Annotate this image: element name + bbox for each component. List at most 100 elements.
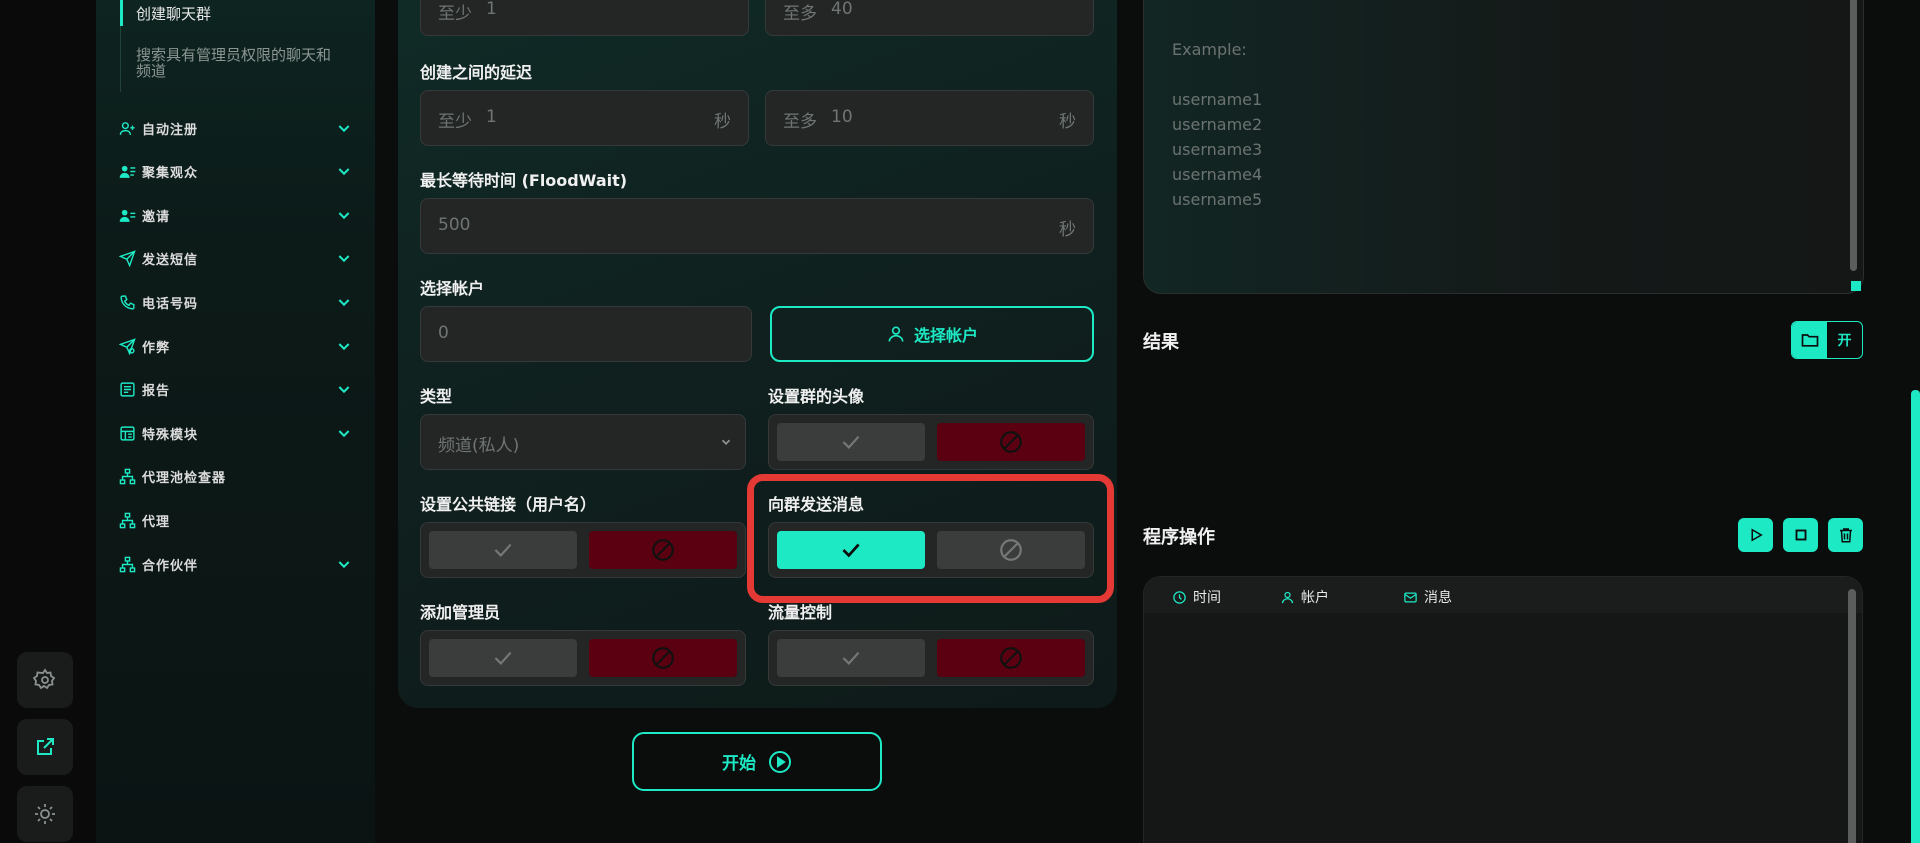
sidebar-item-special-modules[interactable]: 特殊模块: [118, 418, 352, 448]
report-icon: [119, 381, 135, 397]
sidebar-item-proxy-pool-checker[interactable]: 代理池检查器: [118, 461, 352, 491]
log-col-label: 帐户: [1301, 590, 1329, 606]
sidebar-item-invite[interactable]: 邀请: [118, 200, 352, 230]
user-plus-icon: [119, 121, 135, 135]
delay-min-field[interactable]: 至少 1 秒: [420, 90, 749, 146]
app-root: 创建聊天群 搜索具有管理员权限的聊天和频道 自动注册 聚集观众 邀请 发送短信 …: [0, 0, 1920, 843]
open-folder-button[interactable]: [1792, 322, 1827, 358]
field-prefix: 至少: [438, 4, 472, 24]
sidebar: 创建聊天群 搜索具有管理员权限的聊天和频道 自动注册 聚集观众 邀请 发送短信 …: [96, 0, 375, 843]
module-icon: [119, 425, 135, 441]
sidebar-item-report[interactable]: 报告: [118, 374, 352, 404]
add-admin-toggle: [420, 630, 746, 686]
type-select[interactable]: 频道(私人): [420, 414, 746, 470]
field-suffix: 秒: [1059, 112, 1076, 132]
theme-icon: [35, 804, 55, 824]
check-icon: [494, 543, 512, 557]
chevron-down-icon: [338, 386, 350, 394]
user-icon: [888, 326, 904, 342]
add-admin-no-button[interactable]: [589, 639, 737, 677]
submenu-rail: [120, 26, 121, 92]
clock-icon: [1173, 590, 1186, 604]
chevron-down-icon: [721, 439, 731, 445]
start-label: 开始: [722, 754, 756, 774]
sidebar-item-auto-register[interactable]: 自动注册: [118, 113, 352, 143]
active-indicator: [120, 0, 123, 26]
field-suffix: 秒: [1059, 220, 1076, 240]
public-link-no-button[interactable]: [589, 531, 737, 569]
page-scrollbar[interactable]: [1911, 390, 1920, 843]
sidebar-subitem-search-admin-chats[interactable]: 搜索具有管理员权限的聊天和频道: [136, 47, 336, 79]
sidebar-item-cheat[interactable]: 作弊: [118, 331, 352, 361]
placeholder-line: username4: [1172, 165, 1263, 184]
sidebar-item-label: 代理池检查器: [142, 470, 227, 486]
avatar-no-button[interactable]: [937, 423, 1085, 461]
external-link-button[interactable]: [17, 719, 73, 775]
select-accounts-label: 选择帐户: [913, 326, 978, 345]
settings-button[interactable]: [17, 652, 73, 708]
phone-icon: [119, 294, 135, 310]
count-min-field[interactable]: 至少 1: [420, 0, 749, 36]
field-prefix: 至少: [438, 112, 472, 132]
sidebar-item-label: 聚集观众: [142, 165, 199, 181]
play-button[interactable]: [1738, 518, 1773, 552]
chevron-down-icon: [338, 561, 350, 569]
log-scrollbar[interactable]: [1848, 589, 1856, 843]
start-button[interactable]: 开始: [632, 732, 882, 791]
field-value: 10: [831, 107, 853, 127]
avatar-yes-button[interactable]: [777, 423, 925, 461]
add-admin-label: 添加管理员: [420, 603, 501, 622]
accounts-count-field[interactable]: 0: [420, 306, 752, 362]
field-value: 500: [438, 215, 471, 235]
sidebar-subitem-create-group[interactable]: 创建聊天群: [136, 3, 211, 24]
chevron-down-icon: [338, 430, 350, 438]
sidebar-item-partners[interactable]: 合作伙伴: [118, 549, 352, 579]
field-value: 0: [438, 323, 449, 343]
flow-control-yes-button[interactable]: [777, 639, 925, 677]
sidebar-item-label: 发送短信: [142, 252, 199, 268]
log-col-label: 时间: [1193, 590, 1221, 606]
flow-control-toggle: [768, 630, 1094, 686]
delay-max-field[interactable]: 至多 10 秒: [765, 90, 1094, 146]
chevron-down-icon: [338, 125, 350, 133]
public-link-toggle: [420, 522, 746, 578]
network-icon: [119, 556, 135, 572]
select-accounts-button[interactable]: 选择帐户: [770, 306, 1094, 362]
sidebar-item-label: 电话号码: [142, 296, 199, 312]
theme-toggle-button[interactable]: [17, 786, 73, 842]
ban-icon: [1000, 431, 1022, 453]
chevron-down-icon: [338, 255, 350, 263]
field-suffix: 秒: [714, 112, 731, 132]
sidebar-item-label: 作弊: [142, 340, 171, 356]
log-col-message: 消息: [1403, 587, 1452, 607]
send-gear-icon: [118, 337, 136, 355]
field-prefix: 至多: [783, 4, 817, 24]
stop-button[interactable]: [1783, 518, 1818, 552]
count-max-field[interactable]: 至多 40: [765, 0, 1094, 36]
highlight-box: [747, 474, 1114, 603]
floodwait-field[interactable]: 500 秒: [420, 198, 1094, 254]
sidebar-item-proxy[interactable]: 代理: [118, 505, 352, 535]
users-list-icon: [119, 165, 135, 178]
sidebar-item-label: 合作伙伴: [142, 558, 199, 574]
textarea-resize-handle[interactable]: [1851, 281, 1861, 291]
delete-button[interactable]: [1828, 518, 1863, 552]
public-link-yes-button[interactable]: [429, 531, 577, 569]
sidebar-item-gather-audience[interactable]: 聚集观众: [118, 156, 352, 186]
sidebar-item-phone-numbers[interactable]: 电话号码: [118, 287, 352, 317]
results-button-group: 开: [1791, 321, 1863, 359]
icon-rail: [0, 0, 96, 843]
check-icon: [494, 651, 512, 665]
chevron-down-icon: [338, 343, 350, 351]
chevron-down-icon: [338, 212, 350, 220]
textarea-scrollbar[interactable]: [1850, 0, 1857, 271]
results-title: 结果: [1143, 332, 1179, 353]
open-button[interactable]: 开: [1827, 322, 1862, 358]
ban-icon: [652, 539, 674, 561]
usernames-textarea[interactable]: Example: username1 username2 username3 u…: [1143, 0, 1864, 294]
sidebar-item-label: 报告: [142, 383, 171, 399]
sidebar-item-send-sms[interactable]: 发送短信: [118, 243, 352, 273]
flow-control-no-button[interactable]: [937, 639, 1085, 677]
add-admin-yes-button[interactable]: [429, 639, 577, 677]
delay-label: 创建之间的延迟: [420, 63, 533, 82]
